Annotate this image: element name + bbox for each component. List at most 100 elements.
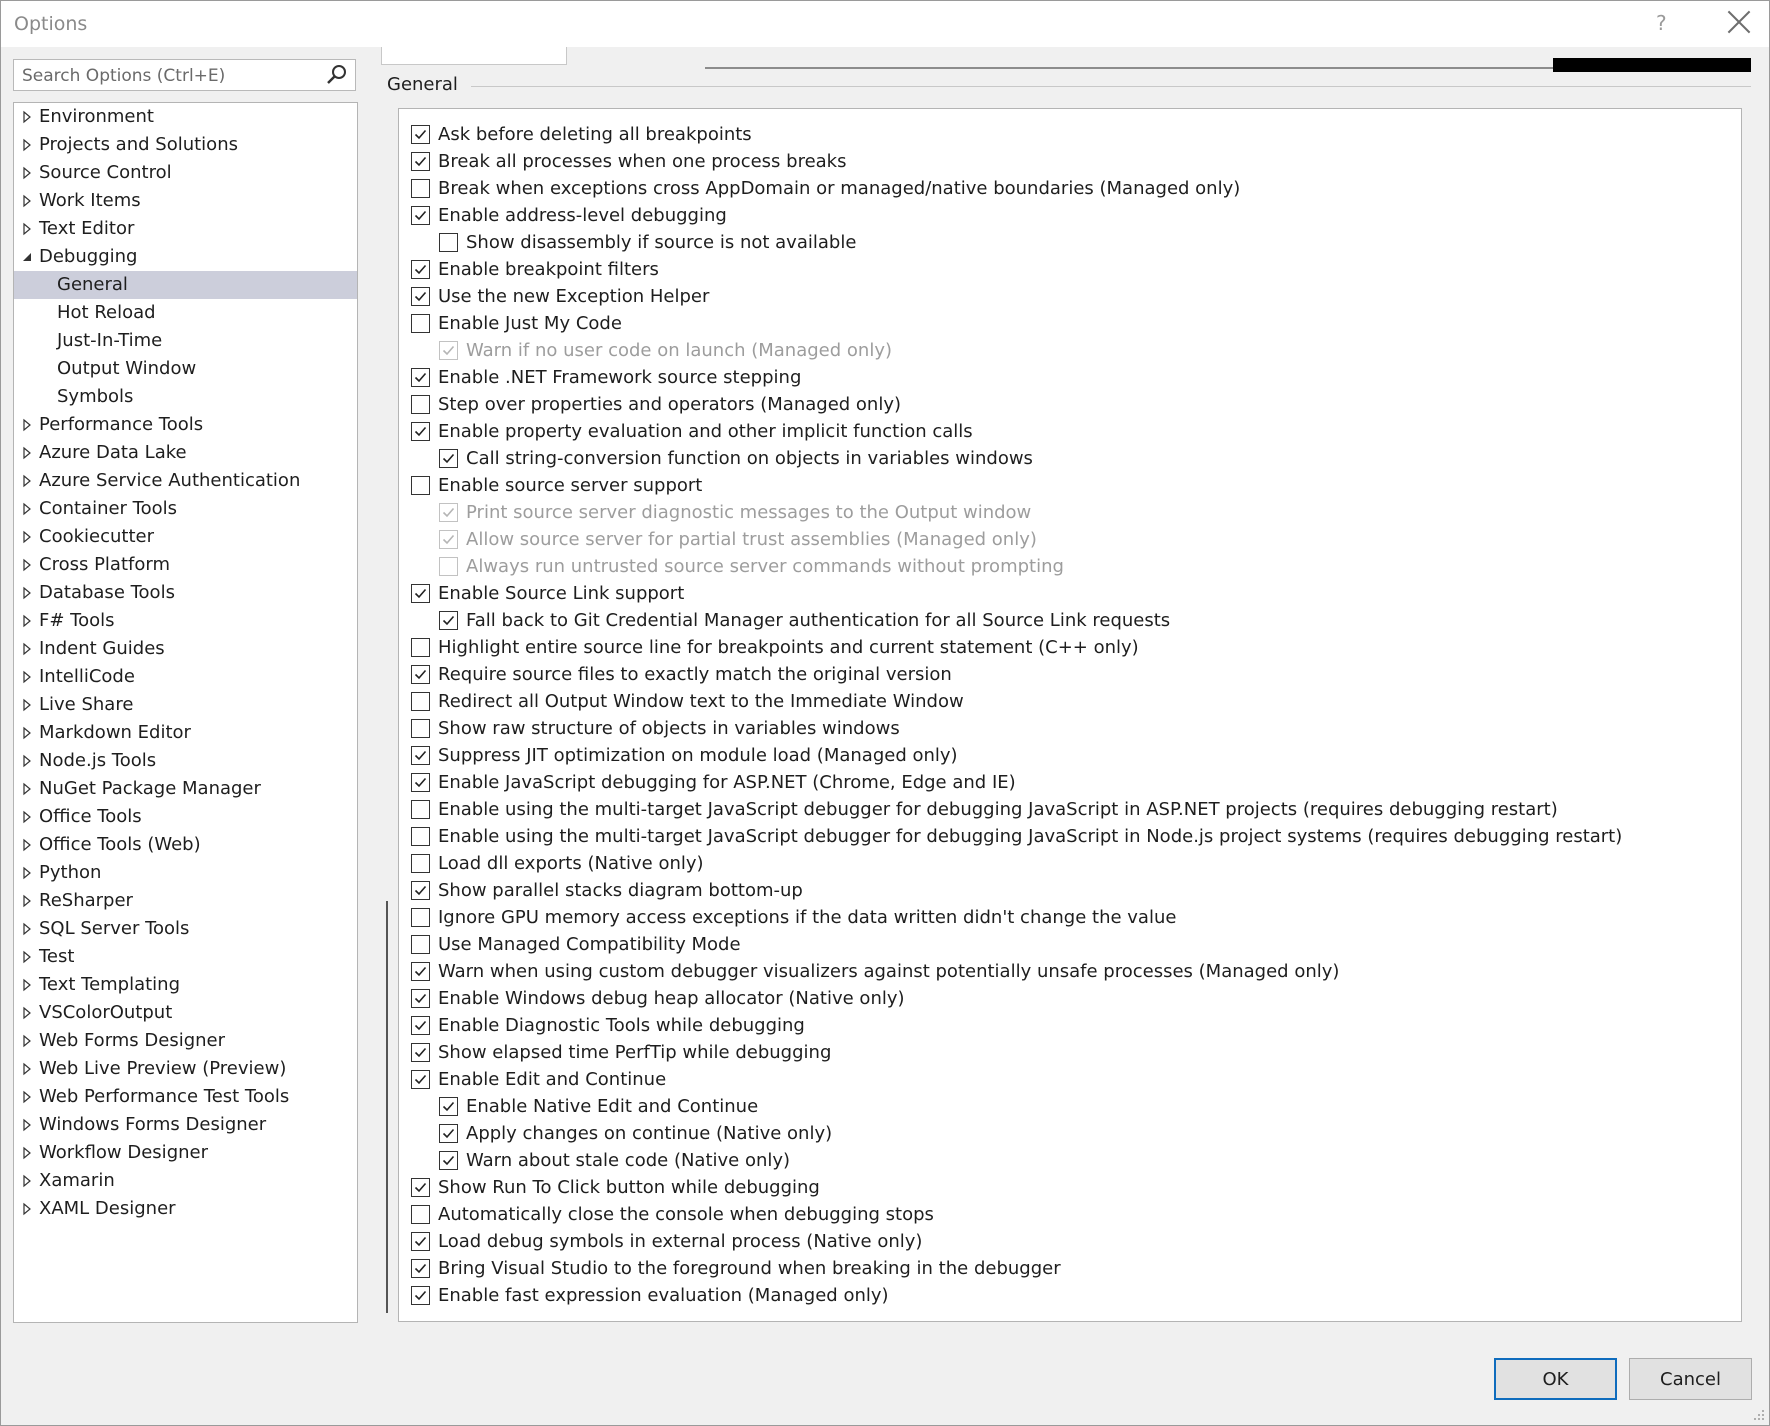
expand-arrow-icon[interactable] [20, 866, 34, 880]
expand-arrow-icon[interactable] [20, 782, 34, 796]
checkbox-checked[interactable] [411, 962, 430, 981]
checkbox-checked[interactable] [411, 746, 430, 765]
checkbox-checked[interactable] [411, 206, 430, 225]
tree-item-web-performance-test-tools[interactable]: Web Performance Test Tools [14, 1083, 357, 1111]
expand-arrow-icon[interactable] [20, 1146, 34, 1160]
expand-arrow-icon[interactable] [20, 446, 34, 460]
expand-arrow-icon[interactable] [20, 222, 34, 236]
expand-arrow-icon[interactable] [20, 1202, 34, 1216]
tree-item-azure-data-lake[interactable]: Azure Data Lake [14, 439, 357, 467]
expand-arrow-icon[interactable] [20, 1034, 34, 1048]
tree-item-azure-service-authentication[interactable]: Azure Service Authentication [14, 467, 357, 495]
tree-item-office-tools[interactable]: Office Tools [14, 803, 357, 831]
checkbox-checked[interactable] [411, 422, 430, 441]
checkbox-unchecked[interactable] [411, 719, 430, 738]
expand-arrow-icon[interactable] [20, 670, 34, 684]
checkbox-checked[interactable] [439, 1151, 458, 1170]
checkbox-unchecked[interactable] [411, 692, 430, 711]
tree-item-windows-forms-designer[interactable]: Windows Forms Designer [14, 1111, 357, 1139]
expand-arrow-icon[interactable] [20, 474, 34, 488]
tree-item-markdown-editor[interactable]: Markdown Editor [14, 719, 357, 747]
tree-item-workflow-designer[interactable]: Workflow Designer [14, 1139, 357, 1167]
expand-arrow-icon[interactable] [20, 1118, 34, 1132]
tree-item-just-in-time[interactable]: Just-In-Time [14, 327, 357, 355]
expand-arrow-icon[interactable] [20, 558, 34, 572]
checkbox-unchecked[interactable] [411, 854, 430, 873]
expand-arrow-icon[interactable] [20, 1174, 34, 1188]
checkbox-unchecked[interactable] [439, 233, 458, 252]
tree-item-text-templating[interactable]: Text Templating [14, 971, 357, 999]
checkbox-checked[interactable] [411, 1016, 430, 1035]
tree-item-symbols[interactable]: Symbols [14, 383, 357, 411]
expand-arrow-icon[interactable] [20, 110, 34, 124]
checkbox-checked[interactable] [411, 368, 430, 387]
expand-arrow-icon[interactable] [20, 1090, 34, 1104]
expand-arrow-icon[interactable] [20, 530, 34, 544]
tree-item-resharper[interactable]: ReSharper [14, 887, 357, 915]
checkbox-unchecked[interactable] [411, 908, 430, 927]
checkbox-unchecked[interactable] [411, 935, 430, 954]
checkbox-unchecked[interactable] [411, 395, 430, 414]
expand-arrow-icon[interactable] [20, 1006, 34, 1020]
expand-arrow-icon[interactable] [20, 502, 34, 516]
tree-item-source-control[interactable]: Source Control [14, 159, 357, 187]
expand-arrow-icon[interactable] [20, 726, 34, 740]
search-input[interactable] [20, 63, 324, 89]
cancel-button[interactable]: Cancel [1629, 1358, 1752, 1400]
tree-item-xamarin[interactable]: Xamarin [14, 1167, 357, 1195]
tree-item-output-window[interactable]: Output Window [14, 355, 357, 383]
tree-item-intellicode[interactable]: IntelliCode [14, 663, 357, 691]
tree-item-web-live-preview-preview[interactable]: Web Live Preview (Preview) [14, 1055, 357, 1083]
tree-item-hot-reload[interactable]: Hot Reload [14, 299, 357, 327]
expand-arrow-icon[interactable] [20, 194, 34, 208]
tree-item-office-tools-web[interactable]: Office Tools (Web) [14, 831, 357, 859]
expand-arrow-icon[interactable] [20, 894, 34, 908]
checkbox-unchecked[interactable] [411, 800, 430, 819]
checkbox-checked[interactable] [411, 1070, 430, 1089]
checkbox-unchecked[interactable] [411, 179, 430, 198]
checkbox-checked[interactable] [439, 1124, 458, 1143]
expand-arrow-icon[interactable] [20, 614, 34, 628]
tree-item-text-editor[interactable]: Text Editor [14, 215, 357, 243]
search-icon[interactable] [325, 63, 349, 87]
tree-item-test[interactable]: Test [14, 943, 357, 971]
expand-arrow-icon[interactable] [20, 586, 34, 600]
ok-button[interactable]: OK [1494, 1358, 1617, 1400]
tree-item-python[interactable]: Python [14, 859, 357, 887]
tree-item-container-tools[interactable]: Container Tools [14, 495, 357, 523]
resize-grip-icon[interactable] [1753, 1409, 1765, 1421]
expand-arrow-icon[interactable] [20, 698, 34, 712]
tree-item-database-tools[interactable]: Database Tools [14, 579, 357, 607]
checkbox-checked[interactable] [411, 584, 430, 603]
collapse-arrow-icon[interactable] [20, 250, 34, 264]
checkbox-unchecked[interactable] [411, 827, 430, 846]
tree-item-f-tools[interactable]: F# Tools [14, 607, 357, 635]
checkbox-checked[interactable] [411, 1286, 430, 1305]
checkbox-checked[interactable] [411, 125, 430, 144]
checkbox-unchecked[interactable] [411, 476, 430, 495]
checkbox-checked[interactable] [411, 1232, 430, 1251]
tree-item-indent-guides[interactable]: Indent Guides [14, 635, 357, 663]
tree-item-sql-server-tools[interactable]: SQL Server Tools [14, 915, 357, 943]
expand-arrow-icon[interactable] [20, 950, 34, 964]
expand-arrow-icon[interactable] [20, 978, 34, 992]
tree-item-node-js-tools[interactable]: Node.js Tools [14, 747, 357, 775]
help-button[interactable]: ? [1656, 11, 1667, 35]
tree-item-work-items[interactable]: Work Items [14, 187, 357, 215]
checkbox-checked[interactable] [411, 1259, 430, 1278]
checkbox-checked[interactable] [439, 1097, 458, 1116]
tree-item-nuget-package-manager[interactable]: NuGet Package Manager [14, 775, 357, 803]
expand-arrow-icon[interactable] [20, 418, 34, 432]
expand-arrow-icon[interactable] [20, 810, 34, 824]
expand-arrow-icon[interactable] [20, 642, 34, 656]
checkbox-checked[interactable] [411, 989, 430, 1008]
expand-arrow-icon[interactable] [20, 838, 34, 852]
checkbox-checked[interactable] [411, 773, 430, 792]
checkbox-checked[interactable] [411, 287, 430, 306]
checkbox-checked[interactable] [411, 260, 430, 279]
checkbox-unchecked[interactable] [411, 638, 430, 657]
expand-arrow-icon[interactable] [20, 166, 34, 180]
checkbox-unchecked[interactable] [411, 1205, 430, 1224]
checkbox-checked[interactable] [411, 1178, 430, 1197]
checkbox-unchecked[interactable] [411, 314, 430, 333]
